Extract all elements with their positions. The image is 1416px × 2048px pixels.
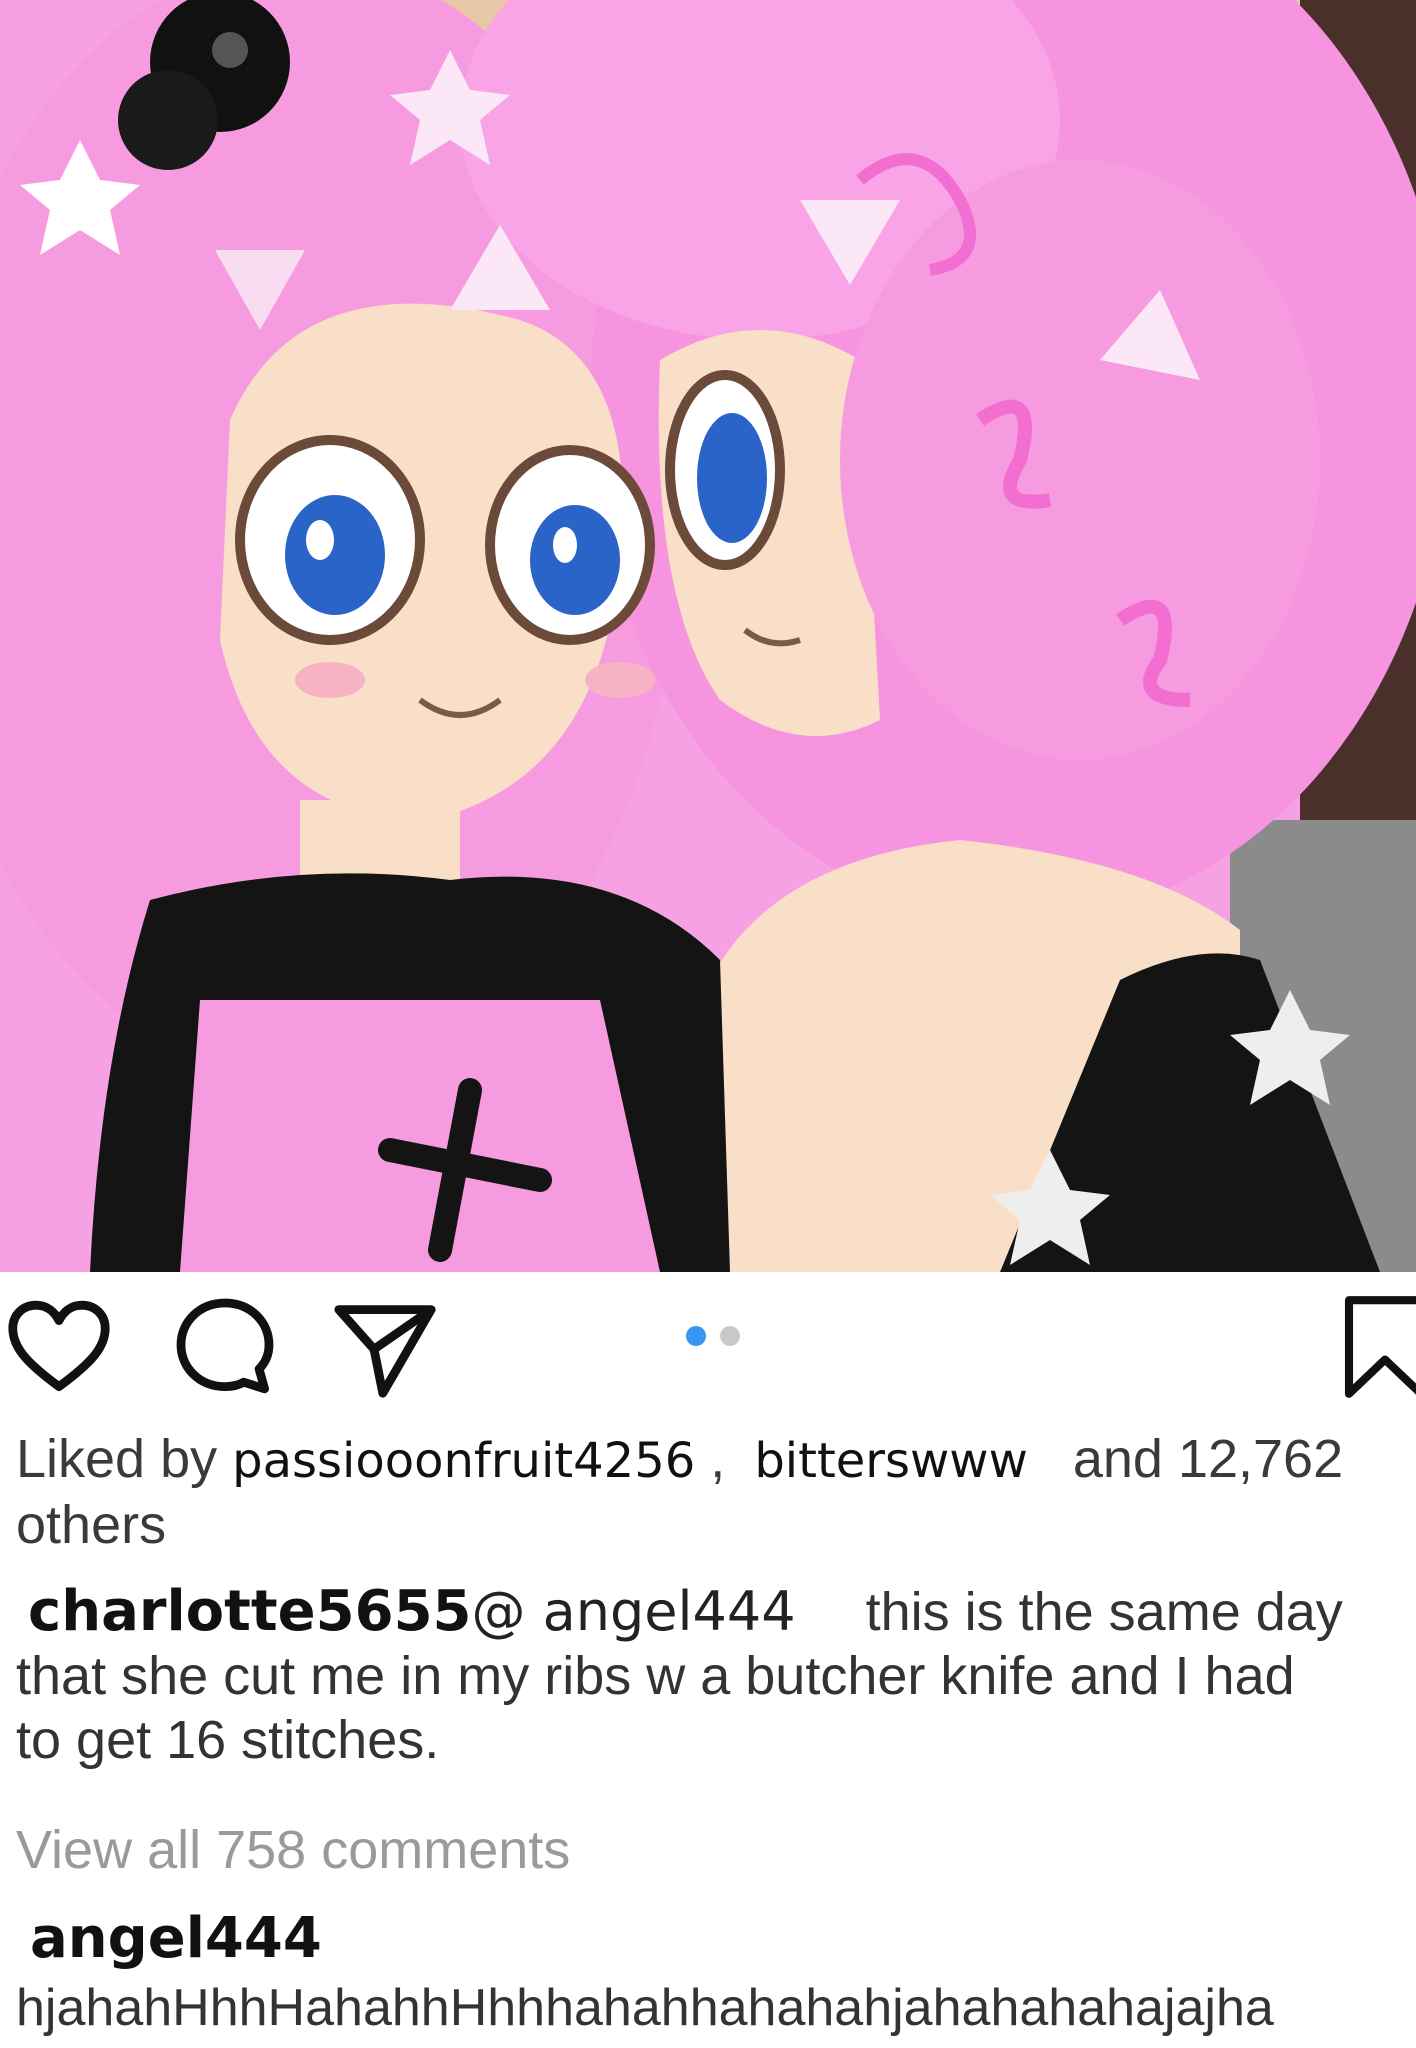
caption-author[interactable]: charlotte5655 bbox=[16, 1579, 472, 1644]
liker-username[interactable]: bitterswww bbox=[754, 1433, 1028, 1489]
comment: angel444 hjahahHhhHahahhHhhhahahhahahahj… bbox=[0, 1904, 1416, 2040]
comment-author[interactable]: angel444 bbox=[0, 1904, 1416, 1974]
carousel-dot bbox=[720, 1326, 740, 1346]
artwork-image bbox=[0, 0, 1416, 1272]
liker-username[interactable]: passiooonfruit4256 bbox=[232, 1433, 695, 1489]
speech-bubble-icon[interactable] bbox=[170, 1292, 280, 1402]
likes-others[interactable]: others bbox=[16, 1492, 166, 1558]
likes-count[interactable]: and 12,762 bbox=[1073, 1429, 1343, 1489]
caption-mention[interactable]: @ angel444 bbox=[472, 1580, 796, 1643]
heart-icon[interactable] bbox=[4, 1292, 114, 1402]
likes-separator: , bbox=[710, 1429, 726, 1489]
view-all-comments-link[interactable]: View all 758 comments bbox=[16, 1818, 570, 1882]
post-action-bar bbox=[0, 1278, 1416, 1398]
post-image[interactable] bbox=[0, 0, 1416, 1272]
likes-summary: Liked by passiooonfruit4256 , bitterswww… bbox=[16, 1426, 1416, 1494]
caption-text: that she cut me in my ribs w a butcher k… bbox=[16, 1646, 1295, 1706]
caption-text: this is the same day bbox=[865, 1582, 1343, 1642]
caption-line: charlotte5655@ angel444 this is the same … bbox=[16, 1580, 1416, 1644]
post-caption: charlotte5655@ angel444 this is the same … bbox=[16, 1580, 1416, 1772]
carousel-indicator bbox=[686, 1324, 740, 1348]
likes-prefix: Liked by bbox=[16, 1429, 218, 1489]
bookmark-icon[interactable] bbox=[1340, 1292, 1416, 1402]
comment-text: hjahahHhhHahahhHhhhahahhahahahjahahahaha… bbox=[16, 1979, 1274, 2037]
carousel-dot-active bbox=[686, 1326, 706, 1346]
caption-text: to get 16 stitches. bbox=[16, 1710, 440, 1770]
paper-plane-icon[interactable] bbox=[330, 1292, 440, 1402]
